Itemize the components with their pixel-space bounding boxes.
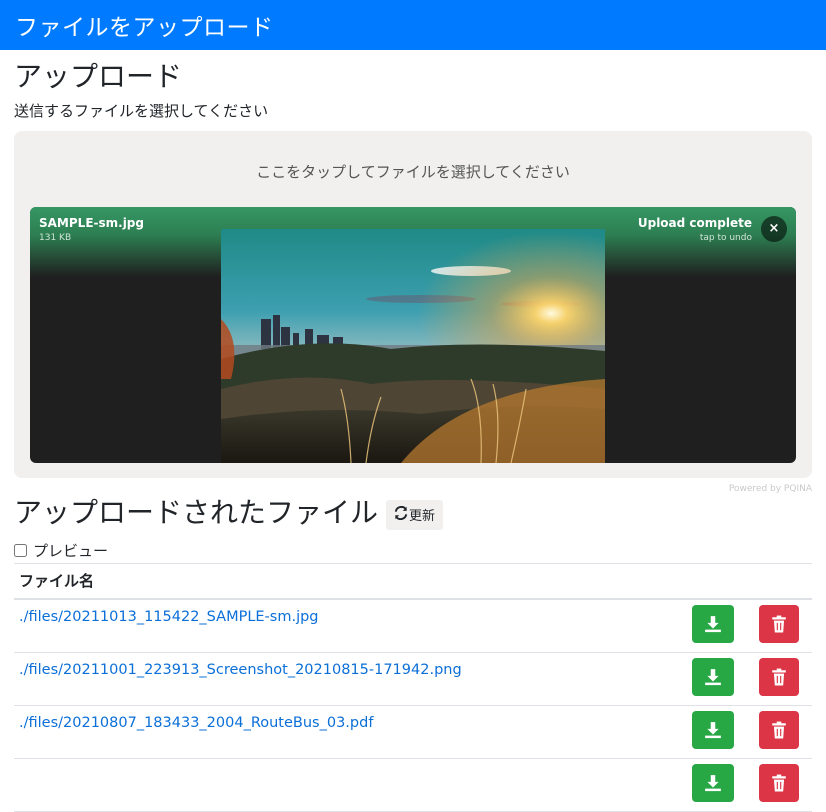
delete-button[interactable] [759,710,799,749]
table-row: ./files/20210807_183433_2004_RouteBus_03… [14,705,812,759]
undo-hint: tap to undo [699,232,752,243]
uploaded-files-heading: アップロードされたファイル [14,495,379,529]
image-preview-picture [221,228,605,463]
file-link[interactable]: ./files/20211001_223913_Screenshot_20210… [19,662,462,678]
navbar-title[interactable]: ファイルをアップロード [15,8,274,42]
trash-icon [772,668,786,686]
upload-description: 送信するファイルを選択してください [14,101,269,120]
table-row: ./files/20211013_115422_SAMPLE-sm.jpg [14,598,812,653]
download-icon [705,774,721,791]
download-icon [705,668,721,685]
column-header-filename: ファイル名 [14,562,680,600]
file-link[interactable]: ./files/20210807_183433_2004_RouteBus_03… [19,715,373,731]
remove-file-button[interactable]: × [761,215,787,242]
table-row: ./files/20211001_223913_Screenshot_20210… [14,652,812,706]
image-preview [221,228,605,463]
close-icon: × [768,221,780,237]
preview-checkbox[interactable] [14,543,27,557]
column-header-delete [746,562,812,600]
drop-label[interactable]: ここをタップしてファイルを選択してください [14,161,812,182]
refresh-button[interactable]: 更新 [386,499,444,530]
file-size: 131 KB [39,232,72,243]
main-container: アップロード 送信するファイルを選択してください ここをタップしてファイルを選択… [0,60,826,812]
file-name: SAMPLE-sm.jpg [39,215,144,230]
file-dropzone[interactable]: ここをタップしてファイルを選択してください SAMPLE-sm.jpg 131 … [14,130,812,478]
preview-label: プレビュー [33,541,109,560]
preview-toggle[interactable]: プレビュー [14,540,812,561]
uploaded-file-item: SAMPLE-sm.jpg 131 KB Upload complete tap… [30,206,796,463]
powered-by-credit[interactable]: Powered by PQINA [14,484,812,494]
column-header-download [680,562,746,600]
refresh-icon [394,505,408,524]
upload-status[interactable]: Upload complete tap to undo [638,216,752,243]
delete-button[interactable] [759,604,799,643]
trash-icon [772,615,786,633]
uploaded-files-header: アップロードされたファイル 更新 [14,496,812,530]
download-button[interactable] [692,604,734,643]
trash-icon [772,721,786,739]
table-row [14,758,812,812]
refresh-label: 更新 [409,509,436,525]
upload-status-text: Upload complete [637,215,752,230]
download-button[interactable] [692,710,734,749]
trash-icon [772,774,786,792]
download-icon [705,721,721,738]
upload-heading: アップロード [14,60,183,93]
delete-button[interactable] [759,657,799,696]
file-link[interactable]: ./files/20211013_115422_SAMPLE-sm.jpg [19,609,319,625]
file-info: SAMPLE-sm.jpg 131 KB [39,216,144,243]
download-icon [705,615,721,632]
delete-button[interactable] [759,763,799,802]
navbar: ファイルをアップロード [0,0,826,50]
download-button[interactable] [692,657,734,696]
download-button[interactable] [692,763,734,802]
uploaded-files-table: ファイル名 ./files/20211013_115422_SAMPLE-sm.… [14,562,812,812]
